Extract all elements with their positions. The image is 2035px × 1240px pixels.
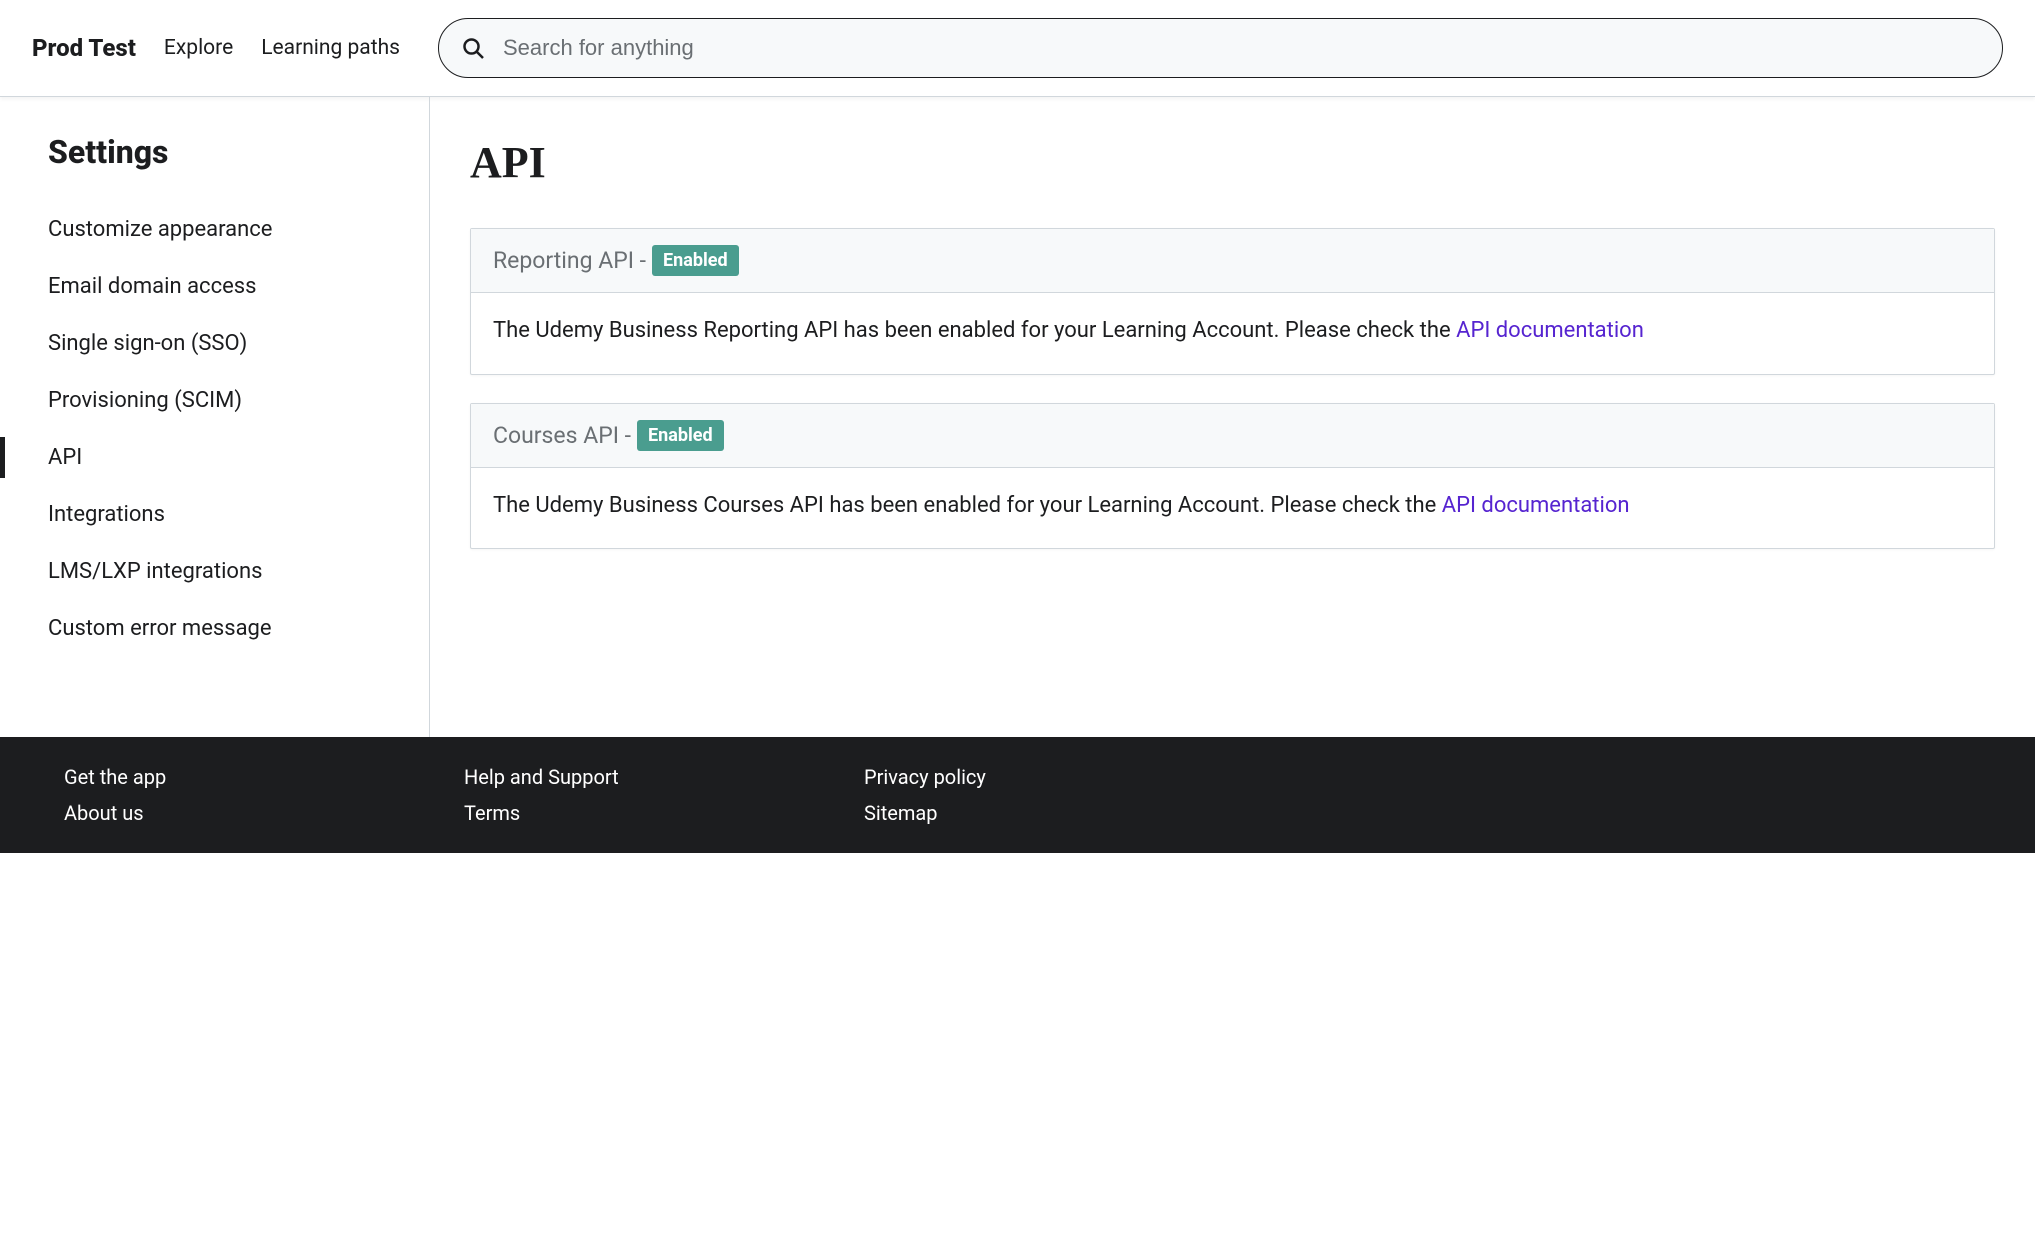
content-area: Settings Customize appearance Email doma… [0,97,2035,737]
reporting-api-body-text: The Udemy Business Reporting API has bee… [493,318,1456,343]
footer-col-2: Help and Support Terms [464,765,684,825]
courses-api-status-badge: Enabled [637,420,724,451]
page-title: API [470,137,1995,188]
courses-api-card: Courses API - Enabled The Udemy Business… [470,403,1995,550]
courses-api-card-body: The Udemy Business Courses API has been … [471,468,1994,549]
search-wrapper [438,18,2003,78]
courses-api-body-text: The Udemy Business Courses API has been … [493,493,1442,518]
reporting-api-card: Reporting API - Enabled The Udemy Busine… [470,228,1995,375]
main-panel: API Reporting API - Enabled The Udemy Bu… [430,97,2035,737]
footer-col-1: Get the app About us [64,765,284,825]
sidebar-item-email-domain-access[interactable]: Email domain access [0,258,429,315]
footer-link-terms[interactable]: Terms [464,801,684,825]
brand-logo[interactable]: Prod Test [32,34,136,62]
settings-sidebar: Settings Customize appearance Email doma… [0,97,430,737]
footer-link-sitemap[interactable]: Sitemap [864,801,1084,825]
sidebar-item-integrations[interactable]: Integrations [0,486,429,543]
courses-api-card-header: Courses API - Enabled [471,404,1994,468]
sidebar-item-sso[interactable]: Single sign-on (SSO) [0,315,429,372]
reporting-api-card-body: The Udemy Business Reporting API has bee… [471,293,1994,374]
footer-link-about-us[interactable]: About us [64,801,284,825]
reporting-api-header-text: Reporting API - [493,247,646,274]
reporting-api-card-header: Reporting API - Enabled [471,229,1994,293]
sidebar-item-api[interactable]: API [0,429,429,486]
header-bar: Prod Test Explore Learning paths [0,0,2035,97]
nav-learning-paths[interactable]: Learning paths [261,36,400,60]
footer: Get the app About us Help and Support Te… [0,737,2035,853]
sidebar-item-provisioning-scim[interactable]: Provisioning (SCIM) [0,372,429,429]
footer-col-3: Privacy policy Sitemap [864,765,1084,825]
footer-link-privacy-policy[interactable]: Privacy policy [864,765,1084,789]
reporting-api-status-badge: Enabled [652,245,739,276]
nav-explore[interactable]: Explore [164,36,233,60]
search-input[interactable] [503,35,1980,61]
sidebar-item-custom-error-message[interactable]: Custom error message [0,600,429,657]
footer-link-help-support[interactable]: Help and Support [464,765,684,789]
search-icon [461,36,485,60]
reporting-api-doc-link[interactable]: API documentation [1456,318,1644,343]
courses-api-doc-link[interactable]: API documentation [1442,493,1630,518]
courses-api-header-text: Courses API - [493,422,631,449]
search-box[interactable] [438,18,2003,78]
sidebar-item-customize-appearance[interactable]: Customize appearance [0,201,429,258]
sidebar-item-lms-lxp-integrations[interactable]: LMS/LXP integrations [0,543,429,600]
footer-link-get-the-app[interactable]: Get the app [64,765,284,789]
sidebar-title: Settings [0,133,429,201]
